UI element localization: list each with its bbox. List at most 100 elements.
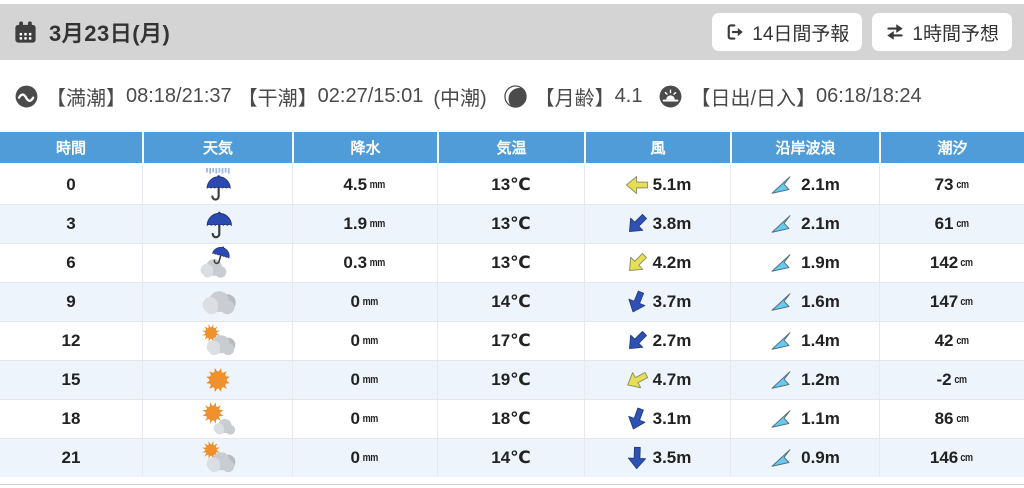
high-tide-label: 【満潮】 xyxy=(46,82,126,111)
table-row: 0 4.5mm13℃5.1m2.1m73cm xyxy=(0,165,1024,204)
time-cell: 9 xyxy=(0,283,142,321)
table-row: 150mm19℃4.7m1.2m-2cm xyxy=(0,360,1024,399)
temperature-cell: 18℃ xyxy=(437,400,584,438)
moon-age-value: 4.1 xyxy=(615,85,643,108)
time-cell: 15 xyxy=(0,361,142,399)
sunny-icon xyxy=(200,362,236,398)
precipitation-cell: 1.9mm xyxy=(292,205,437,243)
wave-direction-arrow-icon xyxy=(770,174,792,196)
wind-direction-arrow-icon xyxy=(624,250,650,276)
top-date-bar: 3月23日(月) 14日間予報 1時間予想 xyxy=(0,4,1024,60)
cloud-sun-icon xyxy=(200,323,236,359)
cloudy-icon xyxy=(200,284,236,320)
tide-level-cell: -2cm xyxy=(879,361,1024,399)
tide-level-cell: 86cm xyxy=(879,400,1024,438)
time-cell: 18 xyxy=(0,400,142,438)
temperature-cell: 19℃ xyxy=(437,361,584,399)
table-row: 12 0mm17℃2.7m1.4m42cm xyxy=(0,321,1024,360)
table-header-row: 時間天気降水気温風沿岸波浪潮汐 xyxy=(0,132,1024,165)
table-row: 3 1.9mm13℃3.8m2.1m61cm xyxy=(0,204,1024,243)
coastal-wave-cell: 2.1m xyxy=(730,205,879,243)
tide-level-cell: 146cm xyxy=(879,439,1024,477)
temperature-cell: 17℃ xyxy=(437,322,584,360)
wind-direction-arrow-icon xyxy=(624,172,650,198)
hourly-forecast-label: 1時間予想 xyxy=(912,19,999,46)
external-forecast-icon xyxy=(725,22,745,42)
weather-cell xyxy=(142,244,292,282)
wave-direction-arrow-icon xyxy=(770,213,792,235)
precipitation-cell: 4.5mm xyxy=(292,165,437,204)
column-header: 天気 xyxy=(142,132,292,163)
temperature-cell: 14℃ xyxy=(437,283,584,321)
table-row: 21 0mm14℃3.5m0.9m146cm xyxy=(0,438,1024,477)
tide-level-cell: 147cm xyxy=(879,283,1024,321)
precipitation-cell: 0.3mm xyxy=(292,244,437,282)
coastal-wave-cell: 0.9m xyxy=(730,439,879,477)
moon-icon xyxy=(503,84,528,109)
wind-direction-arrow-icon xyxy=(624,211,650,237)
column-header: 時間 xyxy=(0,132,142,163)
column-header: 潮汐 xyxy=(879,132,1024,163)
coastal-wave-cell: 1.4m xyxy=(730,322,879,360)
fourteen-day-forecast-button[interactable]: 14日間予報 xyxy=(712,13,862,51)
hourly-forecast-button[interactable]: 1時間予想 xyxy=(872,13,1012,51)
table-row: 6 0.3mm13℃4.2m1.9m142cm xyxy=(0,243,1024,282)
weather-cell xyxy=(142,439,292,477)
coastal-wave-cell: 2.1m xyxy=(730,165,879,204)
column-header: 気温 xyxy=(437,132,584,163)
table-row: 9 0mm14℃3.7m1.6m147cm xyxy=(0,282,1024,321)
wave-direction-arrow-icon xyxy=(770,369,792,391)
precipitation-cell: 0mm xyxy=(292,361,437,399)
weather-cell xyxy=(142,361,292,399)
sunrise-sunset-times: 06:18/18:24 xyxy=(816,85,922,108)
time-cell: 21 xyxy=(0,439,142,477)
wind-cell: 3.1m xyxy=(584,400,730,438)
rain-icon xyxy=(200,206,236,242)
coastal-wave-cell: 1.1m xyxy=(730,400,879,438)
wind-direction-arrow-icon xyxy=(624,328,650,354)
moon-age-label: 【月齢】 xyxy=(535,82,615,111)
coastal-wave-cell: 1.6m xyxy=(730,283,879,321)
date-label: 3月23日(月) xyxy=(49,16,170,48)
wave-direction-arrow-icon xyxy=(770,447,792,469)
column-header: 風 xyxy=(584,132,730,163)
temperature-cell: 13℃ xyxy=(437,205,584,243)
wind-direction-arrow-icon xyxy=(624,367,650,393)
wind-cell: 4.2m xyxy=(584,244,730,282)
wave-direction-arrow-icon xyxy=(770,252,792,274)
wind-cell: 5.1m xyxy=(584,165,730,204)
table-row: 18 0mm18℃3.1m1.1m86cm xyxy=(0,399,1024,438)
wind-direction-arrow-icon xyxy=(624,406,650,432)
time-cell: 12 xyxy=(0,322,142,360)
weather-cell xyxy=(142,165,292,204)
precipitation-cell: 0mm xyxy=(292,439,437,477)
coastal-wave-cell: 1.9m xyxy=(730,244,879,282)
column-header: 沿岸波浪 xyxy=(730,132,879,163)
wind-cell: 3.5m xyxy=(584,439,730,477)
wave-direction-arrow-icon xyxy=(770,408,792,430)
swap-icon xyxy=(885,22,905,42)
precipitation-cell: 0mm xyxy=(292,400,437,438)
temperature-cell: 14℃ xyxy=(437,439,584,477)
wind-cell: 3.7m xyxy=(584,283,730,321)
temperature-cell: 13℃ xyxy=(437,165,584,204)
precipitation-cell: 0mm xyxy=(292,283,437,321)
cloud-rain-icon xyxy=(200,245,236,281)
wave-direction-arrow-icon xyxy=(770,330,792,352)
wind-cell: 3.8m xyxy=(584,205,730,243)
tide-level-cell: 142cm xyxy=(879,244,1024,282)
column-header: 降水 xyxy=(292,132,437,163)
weather-cell xyxy=(142,322,292,360)
fourteen-day-forecast-label: 14日間予報 xyxy=(752,19,849,46)
weather-cell xyxy=(142,205,292,243)
sunrise-sunset-label: 【日出/日入】 xyxy=(690,82,816,111)
tide-summary-bar: 【満潮】 08:18/21:37 【干潮】 02:27/15:01 (中潮) 【… xyxy=(0,60,1024,132)
sunrise-icon xyxy=(658,84,683,109)
high-tide-times: 08:18/21:37 xyxy=(126,85,232,108)
time-cell: 0 xyxy=(0,165,142,204)
precipitation-cell: 0mm xyxy=(292,322,437,360)
coastal-wave-cell: 1.2m xyxy=(730,361,879,399)
low-tide-times: 02:27/15:01 xyxy=(318,85,424,108)
wave-circle-icon xyxy=(14,84,39,109)
weather-cell xyxy=(142,283,292,321)
